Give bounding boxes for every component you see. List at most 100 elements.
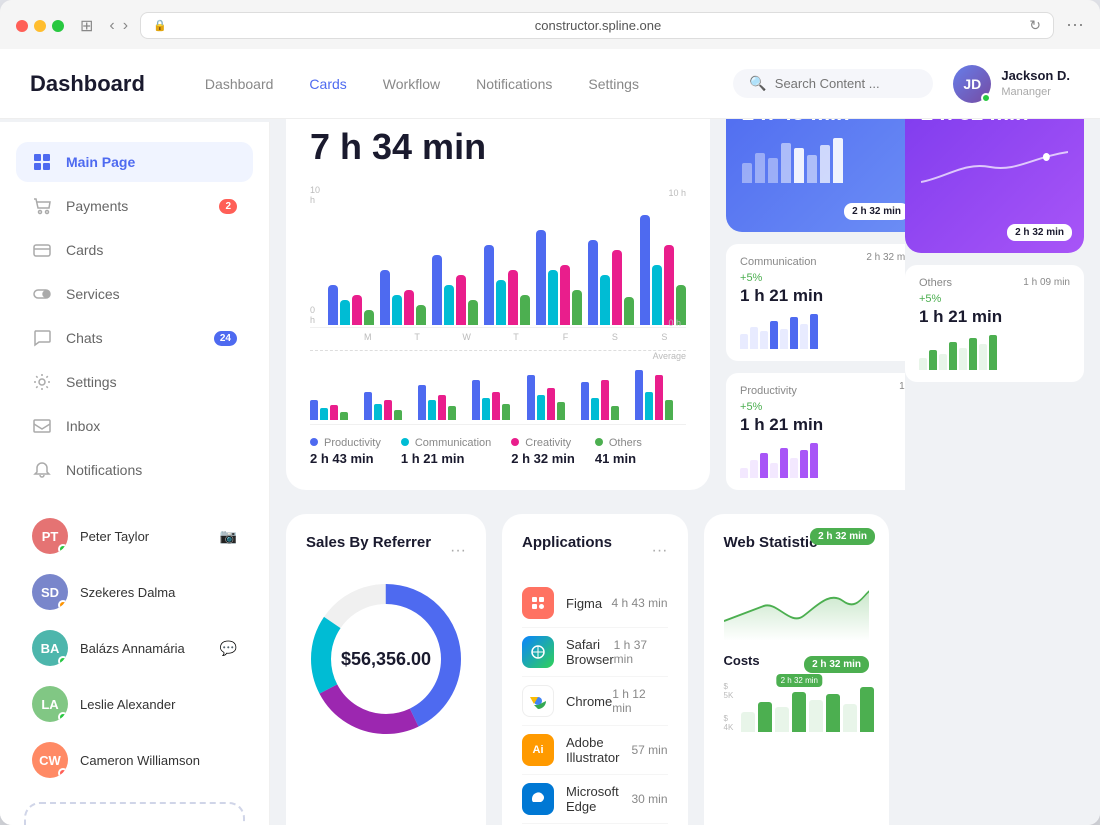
adobe-icon: Ai bbox=[522, 734, 554, 766]
app-name-figma: Figma bbox=[566, 596, 611, 611]
bar-chart bbox=[328, 215, 686, 325]
sidebar-toggle-icon[interactable]: ⊞ bbox=[80, 16, 93, 36]
sidebar-label-services: Services bbox=[66, 286, 120, 302]
app-time-edge: 30 min bbox=[631, 792, 667, 806]
legend-others: Others 41 min bbox=[595, 437, 642, 466]
contact-balazs[interactable]: BA Balázs Annamária 💬 bbox=[24, 622, 245, 674]
legend-productivity: Productivity 2 h 43 min bbox=[310, 437, 381, 466]
apps-title-row: Applications ··· bbox=[522, 534, 668, 567]
nav-link-workflow[interactable]: Workflow bbox=[383, 76, 440, 92]
sidebar-label-payments: Payments bbox=[66, 198, 128, 214]
sidebar-item-services[interactable]: Services bbox=[16, 274, 253, 314]
others-title: Others bbox=[919, 277, 1002, 289]
costs-section: Costs 2 h 32 min $ 5K $ 4K bbox=[724, 653, 870, 732]
cart-icon bbox=[32, 196, 52, 216]
dot-yellow[interactable] bbox=[34, 20, 46, 32]
app-adobe: Ai Adobe Illustrator 57 min bbox=[522, 726, 668, 775]
sidebar-label-notifications: Notifications bbox=[66, 462, 142, 478]
costs-badge: 2 h 32 min bbox=[804, 656, 869, 673]
app-time-chrome: 1 h 12 min bbox=[612, 687, 667, 715]
sales-more-button[interactable]: ··· bbox=[450, 542, 466, 560]
creativity-chart bbox=[921, 142, 1068, 202]
avatar-balazs: BA bbox=[32, 630, 68, 666]
contact-peter[interactable]: PT Peter Taylor 📷 bbox=[24, 510, 245, 562]
message-icon: 💬 bbox=[220, 640, 237, 657]
sidebar: Main Page Payments 2 Cards bbox=[0, 122, 270, 825]
app-name-edge: Microsoft Edge bbox=[566, 784, 631, 814]
others-value: 1 h 21 min bbox=[919, 307, 1002, 327]
usage-time: 7 h 34 min bbox=[310, 126, 686, 168]
app-name-safari: Safari Browser bbox=[566, 637, 614, 667]
chats-badge: 24 bbox=[214, 331, 237, 346]
prod-change: +5% bbox=[740, 401, 823, 413]
app-time-safari: 1 h 37 min bbox=[614, 638, 668, 666]
grid-icon bbox=[32, 152, 52, 172]
costs-bars: 2 h 32 min bbox=[741, 687, 874, 732]
comm-extra: 2 h 32 min bbox=[866, 252, 905, 263]
apps-list: Figma 4 h 43 min Safari Browser 1 h 37 m… bbox=[522, 579, 668, 824]
back-button[interactable]: ‹ bbox=[109, 17, 114, 35]
user-name: Jackson D. bbox=[1001, 68, 1070, 85]
apps-card: Applications ··· Figma 4 h 43 min bbox=[502, 514, 688, 825]
sidebar-item-cards[interactable]: Cards bbox=[16, 230, 253, 270]
sidebar-label-cards: Cards bbox=[66, 242, 103, 258]
browser-toolbar: ⊞ ‹ › 🔒 constructor.spline.one ↻ ⋯ bbox=[0, 0, 1100, 52]
nav-link-cards[interactable]: Cards bbox=[309, 76, 346, 92]
nav-link-notifications[interactable]: Notifications bbox=[476, 76, 552, 92]
prod-extra: 1 h bbox=[899, 381, 905, 392]
chrome-icon bbox=[522, 685, 554, 717]
productivity-card: Productivity +5% 1 h 21 min 1 h bbox=[726, 373, 905, 490]
app-time-adobe: 57 min bbox=[631, 743, 667, 757]
lock-icon: 🔒 bbox=[153, 19, 167, 32]
toggle-icon bbox=[32, 284, 52, 304]
bar-chart-container: 10 h 0 h bbox=[310, 188, 686, 425]
contact-cameron[interactable]: CW Cameron Williamson bbox=[24, 734, 245, 786]
forward-button[interactable]: › bbox=[123, 17, 128, 35]
status-balazs bbox=[58, 656, 68, 666]
contact-name-leslie: Leslie Alexander bbox=[80, 697, 175, 712]
sales-amount: $56,356.00 bbox=[341, 649, 431, 670]
inbox-icon bbox=[32, 416, 52, 436]
sidebar-item-chats[interactable]: Chats 24 bbox=[16, 318, 253, 358]
prod-value: 1 h 21 min bbox=[740, 415, 823, 435]
contact-name-peter: Peter Taylor bbox=[80, 529, 149, 544]
others-card: Others +5% 1 h 21 min 1 h 09 min bbox=[905, 265, 1084, 382]
refresh-icon[interactable]: ↻ bbox=[1029, 17, 1041, 34]
sidebar-item-mainpage[interactable]: Main Page bbox=[16, 142, 253, 182]
app-name-adobe: Adobe Illustrator bbox=[566, 735, 631, 765]
sidebar-item-settings[interactable]: Settings bbox=[16, 362, 253, 402]
usage-card: Usage Yesterday, 24 June ‹ Today › 7 h 3… bbox=[286, 68, 710, 490]
upload-area[interactable]: ☁ Drag-n-Drop to Upload bbox=[24, 802, 245, 825]
contact-name-szekeres: Szekeres Dalma bbox=[80, 585, 175, 600]
contact-leslie[interactable]: LA Leslie Alexander bbox=[24, 678, 245, 730]
user-profile: JD Jackson D. Mananger bbox=[953, 65, 1070, 103]
address-bar[interactable]: 🔒 constructor.spline.one ↻ bbox=[140, 12, 1054, 39]
dot-red[interactable] bbox=[16, 20, 28, 32]
top-nav: Dashboard Dashboard Cards Workflow Notif… bbox=[0, 49, 1100, 119]
page-title: Dashboard bbox=[30, 71, 145, 97]
comm-value: 1 h 21 min bbox=[740, 286, 823, 306]
nav-links: Dashboard Cards Workflow Notifications S… bbox=[205, 76, 733, 92]
user-role: Mananger bbox=[1001, 85, 1070, 99]
contacts-section: PT Peter Taylor 📷 SD Szekeres Dalma BA B… bbox=[16, 510, 253, 786]
search-input[interactable] bbox=[775, 76, 915, 91]
dot-green[interactable] bbox=[52, 20, 64, 32]
apps-more-button[interactable]: ··· bbox=[652, 542, 668, 560]
contact-name-cameron: Cameron Williamson bbox=[80, 753, 200, 768]
nav-link-settings[interactable]: Settings bbox=[588, 76, 639, 92]
avatar-szekeres: SD bbox=[32, 574, 68, 610]
status-szekeres bbox=[58, 600, 68, 610]
browser-more[interactable]: ⋯ bbox=[1066, 15, 1084, 36]
status-cameron bbox=[58, 768, 68, 778]
contact-name-balazs: Balázs Annamária bbox=[80, 641, 185, 656]
nav-link-dashboard[interactable]: Dashboard bbox=[205, 76, 274, 92]
sidebar-item-notifications[interactable]: Notifications bbox=[16, 450, 253, 490]
sidebar-item-payments[interactable]: Payments 2 bbox=[16, 186, 253, 226]
contact-szekeres[interactable]: SD Szekeres Dalma bbox=[24, 566, 245, 618]
payments-badge: 2 bbox=[219, 199, 237, 214]
sidebar-item-inbox[interactable]: Inbox bbox=[16, 406, 253, 446]
camera-icon: 📷 bbox=[220, 528, 237, 545]
avatar-cameron: CW bbox=[32, 742, 68, 778]
green-line-chart bbox=[724, 571, 870, 641]
webstat-card: Web Statistic 2 h 32 min bbox=[704, 514, 890, 825]
